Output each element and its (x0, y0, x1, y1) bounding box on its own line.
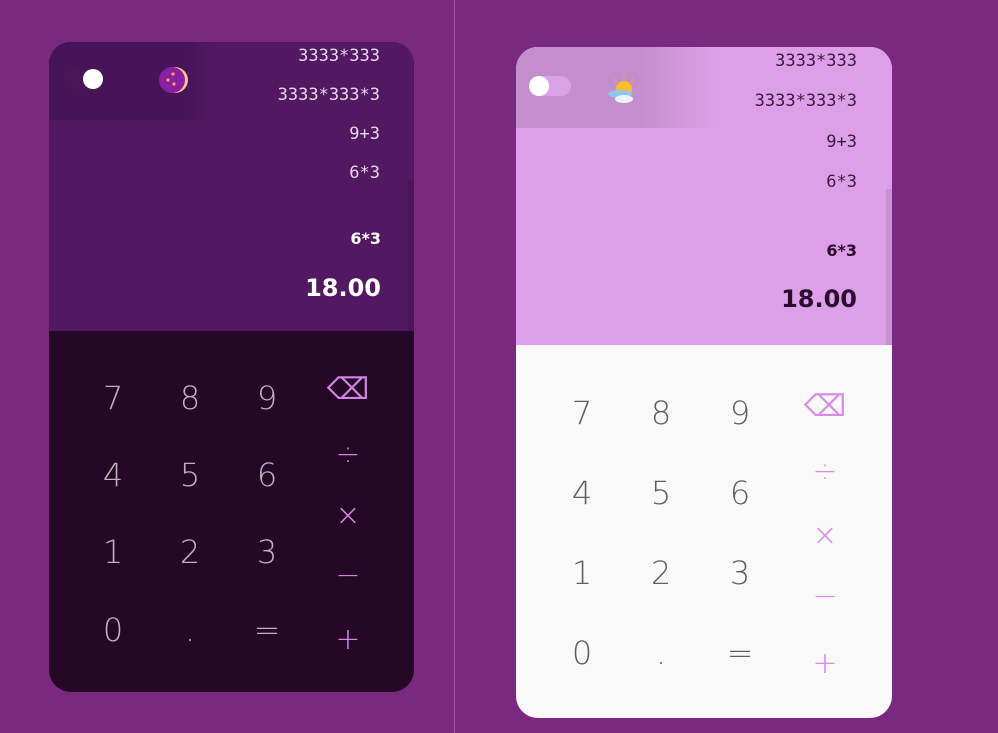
history-item[interactable]: 9+3 (826, 132, 857, 152)
decimal-button[interactable]: . (656, 637, 666, 669)
calculator-dark: 3333*333 3333*333*3 9+3 6*3 6*3 18.00 7 8 9 4 5 6 1 2… (49, 42, 414, 692)
calculator-light: 3333*333 3333*333*3 9+3 6*3 6*3 18.00 7 8 9 4 5 6 1 2… (516, 47, 892, 718)
history-item[interactable]: 9+3 (349, 124, 380, 144)
history-item[interactable]: 6*3 (349, 163, 380, 183)
history-scrollbar[interactable] (886, 189, 892, 345)
divide-button[interactable]: ÷ (812, 457, 837, 487)
toggle-knob (83, 69, 103, 89)
history-item[interactable]: 3333*333*3 (278, 85, 380, 105)
history-item[interactable]: 6*3 (826, 172, 857, 192)
result-display: 18.00 (781, 285, 857, 313)
subtract-button[interactable]: − (335, 561, 360, 591)
history-scrollbar[interactable] (408, 180, 414, 331)
digit-5-button[interactable]: 5 (651, 477, 671, 509)
digit-9-button[interactable]: 9 (730, 397, 750, 429)
divide-button[interactable]: ÷ (335, 440, 360, 470)
moon-icon (157, 64, 189, 100)
digit-7-button[interactable]: 7 (572, 397, 592, 429)
decimal-button[interactable]: . (185, 614, 195, 646)
multiply-button[interactable]: × (812, 521, 837, 551)
equals-button[interactable]: = (254, 614, 281, 646)
digit-2-button[interactable]: 2 (651, 557, 671, 589)
digit-4-button[interactable]: 4 (103, 459, 123, 491)
digit-8-button[interactable]: 8 (651, 397, 671, 429)
panel-divider (454, 0, 455, 733)
digit-2-button[interactable]: 2 (180, 536, 200, 568)
current-expression: 6*3 (826, 241, 857, 260)
theme-toggle[interactable] (63, 69, 103, 89)
digit-6-button[interactable]: 6 (257, 459, 277, 491)
digit-0-button[interactable]: 0 (572, 637, 592, 669)
sun-cloud-icon (606, 73, 642, 109)
subtract-button[interactable]: − (812, 582, 837, 612)
digit-9-button[interactable]: 9 (257, 382, 277, 414)
digit-1-button[interactable]: 1 (572, 557, 592, 589)
history-item[interactable]: 3333*333*3 (755, 91, 857, 111)
history-item[interactable]: 3333*333 (298, 46, 380, 66)
result-display: 18.00 (305, 274, 381, 302)
multiply-button[interactable]: × (335, 501, 360, 531)
backspace-button[interactable]: ⌫ (804, 392, 846, 422)
add-button[interactable]: + (335, 625, 360, 655)
digit-0-button[interactable]: 0 (103, 614, 123, 646)
add-button[interactable]: + (812, 649, 837, 679)
digit-8-button[interactable]: 8 (180, 382, 200, 414)
history-item[interactable]: 3333*333 (775, 51, 857, 71)
equals-button[interactable]: = (727, 637, 754, 669)
digit-6-button[interactable]: 6 (730, 477, 750, 509)
digit-1-button[interactable]: 1 (103, 536, 123, 568)
theme-toggle[interactable] (529, 76, 571, 96)
current-expression: 6*3 (350, 229, 381, 248)
toggle-knob (529, 76, 549, 96)
digit-7-button[interactable]: 7 (103, 382, 123, 414)
digit-4-button[interactable]: 4 (572, 477, 592, 509)
digit-5-button[interactable]: 5 (180, 459, 200, 491)
digit-3-button[interactable]: 3 (257, 536, 277, 568)
digit-3-button[interactable]: 3 (730, 557, 750, 589)
backspace-button[interactable]: ⌫ (327, 375, 369, 405)
